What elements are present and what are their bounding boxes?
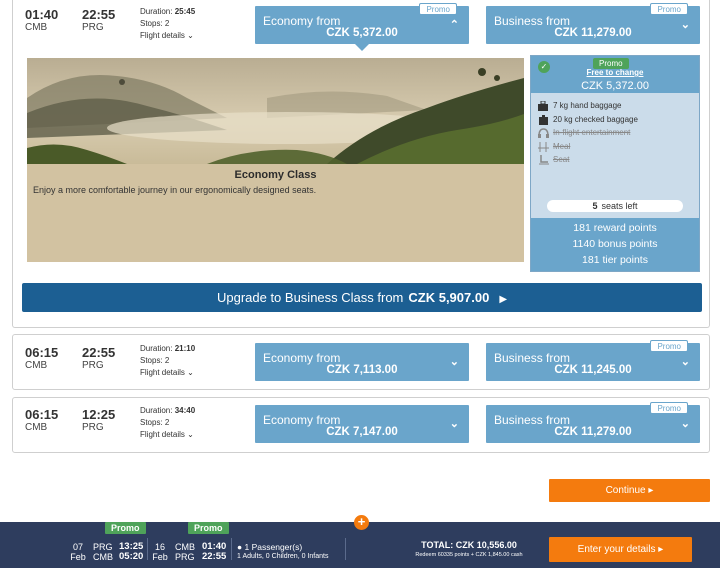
upgrade-business-button[interactable]: Upgrade to Business Class from CZK 5,907.… (22, 283, 702, 312)
bonus-points: 1140 bonus points (572, 238, 658, 250)
promo-badge: Promo (650, 3, 688, 15)
stops: 2 (164, 418, 170, 427)
chevron-right-icon: ▶ (499, 294, 508, 305)
arrival-time: 22:55 (82, 345, 116, 360)
total-price: TOTAL: CZK 10,556.00 (421, 540, 517, 550)
chevron-down-icon: ⌄ (680, 418, 690, 430)
flight-details-link[interactable]: Flight details ⌄ (140, 367, 195, 379)
fare-box-header: ✓ Promo Free to change CZK 5,372.00 (531, 56, 699, 93)
chevron-up-icon: ⌃ (449, 19, 459, 31)
passenger-breakdown: 1 Adults, 0 Children, 0 Infants (237, 553, 329, 560)
arrival-time: 12:25 (82, 407, 116, 422)
redeem-points-text: Redeem 60335 points + CZK 1,845.00 cash (415, 552, 523, 558)
leg1-airports: PRG CMB (93, 542, 113, 562)
enter-details-button[interactable]: Enter your details ▸ (549, 537, 692, 562)
person-icon: ● (237, 542, 243, 552)
feature-meal: Meal (537, 141, 570, 153)
chevron-right-icon: ▸ (648, 485, 654, 496)
feature-hand-baggage: 7 kg hand baggage (537, 100, 622, 112)
fare-details-box[interactable]: ✓ Promo Free to change CZK 5,372.00 7 kg… (530, 55, 700, 272)
economy-fare-button[interactable]: Economy from CZK 7,113.00 ⌄ (255, 343, 469, 381)
reward-points: 181 reward points (573, 222, 657, 234)
expand-plus-icon[interactable]: + (354, 515, 369, 530)
departure-time: 01:40 (25, 7, 59, 22)
seats-left: 5 seats left (547, 200, 683, 212)
meal-icon (538, 141, 549, 152)
leg1-times: 13:25 05:20 (119, 541, 144, 562)
arrival-time: 22:55 (82, 7, 116, 22)
divider (345, 538, 346, 560)
business-fare-button[interactable]: Promo Business from CZK 11,279.00 ⌄ (486, 402, 700, 443)
fare-price: CZK 5,372.00 (581, 80, 649, 92)
economy-class-panel: Economy Class Enjoy a more comfortable j… (27, 58, 524, 262)
leg2-times: 01:40 22:55 (202, 541, 227, 562)
promo-badge: Promo (188, 522, 229, 534)
feature-seat: Seat (537, 154, 569, 166)
chevron-right-icon: ▸ (658, 544, 664, 555)
chevron-down-icon: ⌄ (187, 430, 194, 439)
flight-meta: Duration: 34:40 Stops: 2 Flight details … (140, 406, 196, 441)
business-fare-button[interactable]: Promo Business from CZK 11,279.00 ⌄ (486, 3, 700, 44)
duration: 25:45 (174, 7, 196, 16)
chevron-down-icon: ⌄ (187, 31, 194, 40)
economy-fare-button[interactable]: Economy from CZK 7,147.00 ⌄ (255, 405, 469, 443)
chevron-down-icon: ⌄ (680, 19, 690, 31)
arrival-airport: PRG (82, 22, 104, 33)
arrival-airport: PRG (82, 360, 104, 371)
feature-entertainment: In-flight entertainment (537, 127, 630, 139)
flight-details-link[interactable]: Flight details ⌄ (140, 30, 195, 42)
departure-airport: CMB (25, 422, 48, 433)
flight-meta: Duration: 25:45 Stops: 2 Flight details … (140, 7, 196, 42)
feature-checked-baggage: 20 kg checked baggage (537, 114, 638, 126)
economy-fare-button[interactable]: Promo Economy from CZK 5,372.00 ⌃ (255, 3, 469, 44)
headphones-icon (538, 128, 549, 138)
checked-baggage-icon (539, 114, 548, 125)
flight-meta: Duration: 21:10 Stops: 2 Flight details … (140, 344, 196, 379)
leg2-date: 16 Feb (152, 542, 168, 562)
leg1-date: 07 Feb (70, 542, 86, 562)
departure-airport: CMB (25, 22, 48, 33)
continue-button[interactable]: Continue ▸ (549, 479, 710, 502)
passenger-count: ● 1 Passenger(s) (237, 542, 303, 552)
promo-badge: Promo (650, 340, 688, 352)
economy-class-title: Economy Class (234, 169, 317, 181)
leg2-airports: CMB PRG (175, 542, 195, 562)
promo-badge: Promo (650, 402, 688, 414)
chevron-down-icon: ⌄ (680, 356, 690, 368)
duration: 21:10 (174, 344, 196, 353)
tier-points: 181 tier points (582, 254, 648, 266)
chevron-down-icon: ⌄ (449, 418, 459, 430)
points-summary: 181 reward points 1140 bonus points 181 … (531, 218, 699, 271)
free-to-change-link[interactable]: Free to change (531, 68, 699, 77)
promo-badge: Promo (105, 522, 146, 534)
chevron-down-icon: ⌄ (187, 368, 194, 377)
duration: 34:40 (174, 406, 196, 415)
divider (231, 538, 232, 560)
hand-baggage-icon (538, 100, 548, 111)
arrival-airport: PRG (82, 422, 104, 433)
divider (147, 538, 148, 560)
business-fare-button[interactable]: Promo Business from CZK 11,245.00 ⌄ (486, 340, 700, 381)
departure-time: 06:15 (25, 407, 59, 422)
stops: 2 (164, 19, 170, 28)
stops: 2 (164, 356, 170, 365)
chevron-down-icon: ⌄ (449, 356, 459, 368)
selection-caret-icon (355, 44, 369, 51)
promo-badge: Promo (419, 3, 457, 15)
seat-icon (539, 154, 549, 165)
departure-time: 06:15 (25, 345, 59, 360)
economy-class-description: Enjoy a more comfortable journey in our … (33, 185, 317, 195)
landscape-image (27, 58, 524, 164)
departure-airport: CMB (25, 360, 48, 371)
flight-details-link[interactable]: Flight details ⌄ (140, 429, 195, 441)
